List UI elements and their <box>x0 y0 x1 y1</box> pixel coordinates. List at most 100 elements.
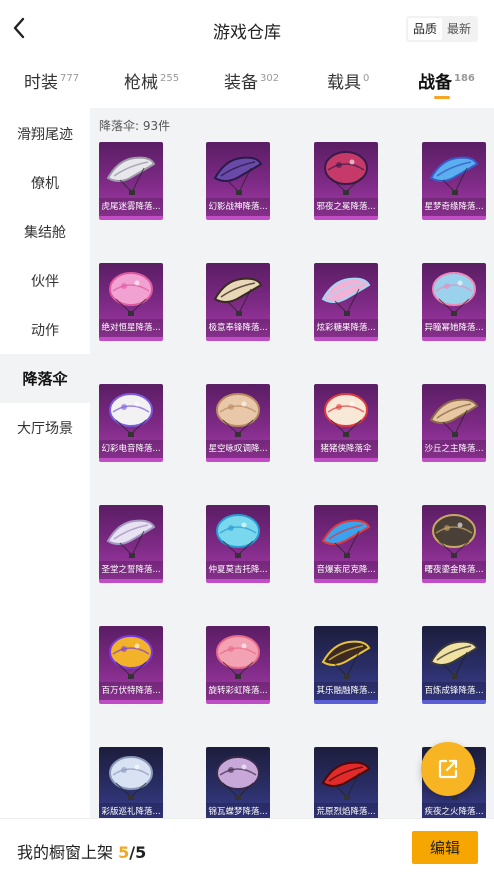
tab-count: 255 <box>160 73 180 84</box>
parachute-item-card[interactable]: 星空咏叹调降... <box>206 384 270 462</box>
parachute-item-card[interactable]: 星梦奇缘降落... <box>422 142 486 220</box>
parachute-icon <box>321 519 371 558</box>
parachute-item-name: 仲夏莫吉托降... <box>206 561 270 579</box>
parachute-item-name: 异瞳幂她降落... <box>422 319 486 337</box>
sort-toggle: 品质 最新 <box>405 16 478 42</box>
parachute-item-card[interactable]: 幻彩电音降落... <box>99 384 163 462</box>
sidebar-item-parachute[interactable]: 降落伞 <box>0 354 90 403</box>
parachute-item-card[interactable]: 猪猪侠降落伞 <box>314 384 378 462</box>
parachute-item-name: 荒原烈焰降落... <box>314 803 378 818</box>
tab-count: 186 <box>454 73 475 84</box>
showcase-label: 我的橱窗上架 <box>17 843 114 862</box>
sidebar-item-label: 降落伞 <box>22 370 68 388</box>
parachute-item-name: 星梦奇缘降落... <box>422 198 486 216</box>
back-button[interactable] <box>6 12 32 44</box>
parachute-item-card[interactable]: 其乐融融降落... <box>314 626 378 704</box>
parachute-item-card[interactable]: 彩版巡礼降落... <box>99 747 163 818</box>
parachute-icon <box>109 756 153 800</box>
parachute-icon <box>324 151 368 195</box>
parachute-item-card[interactable]: 炫彩糖果降落... <box>314 263 378 341</box>
sidebar-item-lobby-scene[interactable]: 大厅场景 <box>0 403 90 452</box>
sidebar-item-label: 伙伴 <box>31 273 59 290</box>
tab-vehicles[interactable]: 载具 0 <box>327 68 369 93</box>
chevron-left-icon <box>13 17 25 39</box>
parachute-icon <box>213 277 263 316</box>
showcase-current-count: 5 <box>118 843 130 862</box>
parachute-icon <box>324 393 368 437</box>
parachute-item-card[interactable]: 锦瓦蝶梦降落... <box>206 747 270 818</box>
sidebar-item-emote[interactable]: 动作 <box>0 305 90 354</box>
parachute-item-name: 百炼成锋降落... <box>422 682 486 700</box>
parachute-item-card[interactable]: 音爆索尼克降... <box>314 505 378 583</box>
sidebar-item-label: 滑翔尾迹 <box>17 126 73 143</box>
parachute-item-name: 猪猪侠降落伞 <box>314 440 378 458</box>
parachute-item-name: 锦瓦蝶梦降落... <box>206 803 270 818</box>
parachute-item-name: 炫彩糖果降落... <box>314 319 378 337</box>
parachute-icon <box>106 519 156 558</box>
parachute-item-card[interactable]: 仲夏莫吉托降... <box>206 505 270 583</box>
edit-button[interactable]: 编辑 <box>412 831 478 864</box>
tab-equipment[interactable]: 装备 302 <box>224 68 279 93</box>
active-tab-indicator <box>434 96 450 99</box>
parachute-item-name: 幻彩电音降落... <box>99 440 163 458</box>
parachute-item-name: 极意奉锋降落... <box>206 319 270 337</box>
parachute-icon <box>216 514 260 558</box>
sidebar-item-wingman[interactable]: 僚机 <box>0 158 90 207</box>
share-button[interactable] <box>421 742 475 796</box>
parachute-item-name: 音爆索尼克降... <box>314 561 378 579</box>
tab-battle-prep[interactable]: 战备 186 <box>418 68 475 99</box>
sort-by-newest-button[interactable]: 最新 <box>442 18 476 40</box>
item-count-label: 降落伞: 93件 <box>99 119 171 133</box>
sidebar-item-assembly-pod[interactable]: 集结舱 <box>0 207 90 256</box>
sidebar-item-label: 僚机 <box>31 175 59 192</box>
tab-label: 载具 <box>327 73 361 93</box>
parachute-item-card[interactable]: 荒原烈焰降落... <box>314 747 378 818</box>
tab-label: 时装 <box>24 73 58 93</box>
parachute-item-card[interactable]: 极意奉锋降落... <box>206 263 270 341</box>
tab-weapons[interactable]: 枪械 255 <box>124 68 179 93</box>
parachute-item-card[interactable]: 沙丘之主降落... <box>422 384 486 462</box>
parachute-item-name: 疾夜之火降落... <box>422 803 486 818</box>
parachute-icon <box>216 756 260 800</box>
parachute-item-card[interactable]: 幻影战神降落... <box>206 142 270 220</box>
parachute-icon <box>216 635 260 679</box>
subcategory-sidebar: 滑翔尾迹 僚机 集结舱 伙伴 动作 降落伞 大厅场景 <box>0 108 90 818</box>
parachute-item-name: 虎尾迷雾降落... <box>99 198 163 216</box>
parachute-icon <box>321 640 371 679</box>
parachute-item-card[interactable]: 曙夜鎏金降落... <box>422 505 486 583</box>
tab-count: 0 <box>363 73 370 84</box>
tab-count: 302 <box>260 73 280 84</box>
parachute-item-card[interactable]: 绝对恒星降落... <box>99 263 163 341</box>
sidebar-item-companion[interactable]: 伙伴 <box>0 256 90 305</box>
parachute-icon <box>216 393 260 437</box>
category-tabs: 时装 777 枪械 255 装备 302 载具 0 战备 186 <box>0 58 494 108</box>
parachute-item-card[interactable]: 邪夜之冕降落... <box>314 142 378 220</box>
tab-label: 枪械 <box>124 73 158 93</box>
parachute-item-card[interactable]: 虎尾迷雾降落... <box>99 142 163 220</box>
showcase-total-count: 5 <box>135 843 147 862</box>
parachute-item-name: 曙夜鎏金降落... <box>422 561 486 579</box>
parachute-icon <box>213 156 263 195</box>
parachute-icon <box>429 398 479 437</box>
showcase-status: 我的橱窗上架 5/5 <box>17 839 146 863</box>
warehouse-screen: 游戏仓库 品质 最新 时装 777 枪械 255 装备 302 载具 0 战备 186 滑… <box>0 0 494 875</box>
parachute-icon <box>321 761 371 800</box>
tab-count: 777 <box>60 73 80 84</box>
parachute-icon <box>429 640 479 679</box>
parachute-item-name: 邪夜之冕降落... <box>314 198 378 216</box>
tab-label: 战备 <box>418 73 452 93</box>
parachute-icon <box>109 272 153 316</box>
parachute-item-name: 其乐融融降落... <box>314 682 378 700</box>
parachute-item-card[interactable]: 百炼成锋降落... <box>422 626 486 704</box>
parachute-icon <box>109 393 153 437</box>
tab-fashion[interactable]: 时装 777 <box>24 68 79 93</box>
parachute-icon <box>432 272 476 316</box>
parachute-item-name: 星空咏叹调降... <box>206 440 270 458</box>
sidebar-item-glide-trail[interactable]: 滑翔尾迹 <box>0 109 90 158</box>
parachute-item-card[interactable]: 圣堂之誓降落... <box>99 505 163 583</box>
parachute-item-card[interactable]: 旋转彩虹降落... <box>206 626 270 704</box>
sidebar-item-label: 动作 <box>31 322 59 339</box>
parachute-item-card[interactable]: 异瞳幂她降落... <box>422 263 486 341</box>
parachute-item-card[interactable]: 百万伏特降落... <box>99 626 163 704</box>
sort-by-quality-button[interactable]: 品质 <box>407 18 442 40</box>
